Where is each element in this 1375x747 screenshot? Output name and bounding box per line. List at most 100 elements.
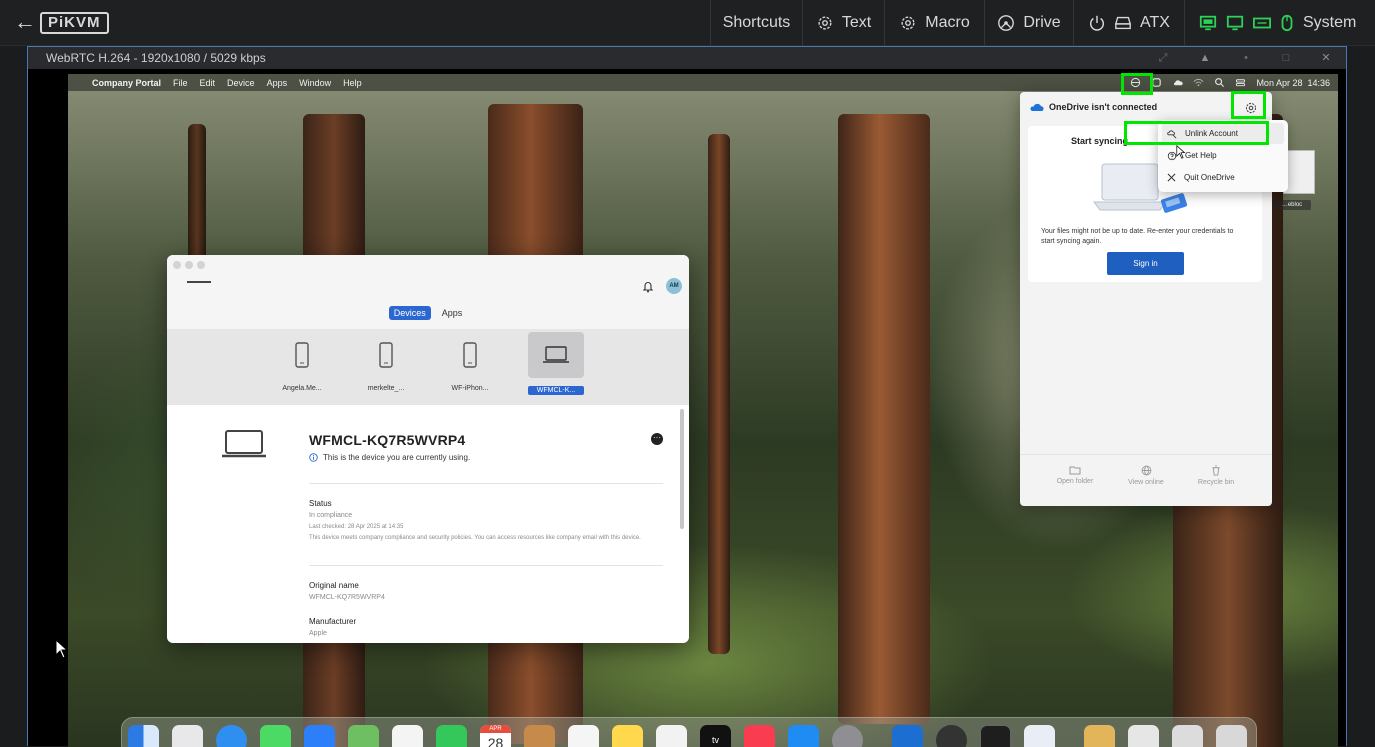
system-settings-dock-icon[interactable] bbox=[832, 725, 863, 747]
status-description: This device meets company compliance and… bbox=[309, 535, 641, 541]
document-dock-icon[interactable] bbox=[1128, 725, 1159, 747]
manufacturer-label: Manufacturer bbox=[309, 617, 357, 626]
reminders-dock-icon[interactable] bbox=[568, 725, 599, 747]
device-tile[interactable]: merkelte_... bbox=[358, 329, 414, 405]
device-tile-selected[interactable]: WFMCL-K... bbox=[528, 329, 584, 405]
freeform-dock-icon[interactable] bbox=[656, 725, 687, 747]
folder-icon bbox=[1069, 466, 1081, 475]
onedrive-menubar-icon[interactable] bbox=[1172, 77, 1184, 88]
back-arrow-icon[interactable]: ← bbox=[14, 10, 36, 34]
open-folder-label: Open folder bbox=[1056, 478, 1094, 485]
device-carousel: Angela.Me... merkelte_... WF-iPhon... WF… bbox=[167, 329, 689, 405]
notes-dock-icon[interactable] bbox=[612, 725, 643, 747]
company-portal-dock-icon[interactable] bbox=[892, 725, 923, 747]
laptop-icon bbox=[222, 430, 266, 458]
safari-dock-icon[interactable] bbox=[216, 725, 247, 747]
app-store-dock-icon[interactable] bbox=[788, 725, 819, 747]
hamburger-menu-icon[interactable] bbox=[187, 281, 211, 283]
highlight-box bbox=[1124, 121, 1269, 145]
migration-dock-icon[interactable] bbox=[936, 725, 967, 747]
maximize-icon[interactable]: □ bbox=[1266, 49, 1306, 67]
divider bbox=[309, 565, 663, 566]
tab-apps[interactable]: Apps bbox=[437, 306, 468, 320]
server-icon bbox=[1114, 16, 1132, 30]
view-online-button[interactable]: View online bbox=[1111, 465, 1181, 486]
menu-edit[interactable]: Edit bbox=[200, 78, 216, 88]
vpn-icon[interactable] bbox=[1151, 77, 1162, 88]
onedrive-title: OneDrive isn't connected bbox=[1049, 102, 1158, 112]
screenshot-icon[interactable]: ▲ bbox=[1185, 49, 1225, 67]
device-tile[interactable]: Angela.Me... bbox=[274, 329, 330, 405]
launchpad-dock-icon[interactable] bbox=[172, 725, 203, 747]
downloads-folder-dock-icon[interactable] bbox=[1084, 725, 1115, 747]
start-syncing-heading: Start syncing bbox=[1071, 136, 1129, 146]
recycle-bin-button[interactable]: Recycle bin bbox=[1181, 465, 1251, 486]
menu-window[interactable]: Window bbox=[299, 78, 331, 88]
mouse-pointer-icon bbox=[1176, 145, 1186, 159]
device-tile[interactable]: WF-iPhon... bbox=[442, 329, 498, 405]
calendar-month: APR bbox=[480, 725, 511, 733]
maps-dock-icon[interactable] bbox=[348, 725, 379, 747]
dot-icon[interactable]: • bbox=[1226, 49, 1266, 67]
menu-help[interactable]: Help bbox=[343, 78, 362, 88]
close-icon[interactable]: ✕ bbox=[1306, 49, 1346, 67]
calendar-dock-icon[interactable]: APR 28 bbox=[480, 725, 511, 747]
menu-apps[interactable]: Apps bbox=[267, 78, 288, 88]
kvm-top-bar: ← PiKVM Shortcuts Text Macro Drive ATX S… bbox=[0, 0, 1375, 46]
drive-menu[interactable]: Drive bbox=[984, 0, 1073, 46]
tab-devices[interactable]: Devices bbox=[388, 306, 431, 320]
text-menu[interactable]: Text bbox=[802, 0, 884, 46]
minimize-window-button[interactable] bbox=[185, 261, 193, 269]
mail-dock-icon[interactable] bbox=[304, 725, 335, 747]
divider bbox=[309, 483, 663, 484]
shortcuts-label: Shortcuts bbox=[722, 14, 791, 31]
bell-icon[interactable] bbox=[642, 280, 654, 293]
system-menu[interactable]: System bbox=[1184, 0, 1375, 46]
messages-dock-icon[interactable] bbox=[260, 725, 291, 747]
atx-menu[interactable]: ATX bbox=[1073, 0, 1184, 46]
cp-header: AM Devices Apps bbox=[167, 255, 689, 329]
document-dock-icon[interactable] bbox=[1172, 725, 1203, 747]
zoom-window-button[interactable] bbox=[197, 261, 205, 269]
manufacturer-value: Apple bbox=[309, 630, 327, 637]
terminal-dock-icon[interactable] bbox=[980, 725, 1011, 747]
shortcuts-menu[interactable]: Shortcuts bbox=[710, 0, 802, 46]
photos-dock-icon[interactable] bbox=[392, 725, 423, 747]
device-name: merkelte_... bbox=[367, 385, 405, 392]
finder-dock-icon[interactable] bbox=[128, 725, 159, 747]
open-folder-button[interactable]: Open folder bbox=[1040, 465, 1110, 485]
drive-label: Drive bbox=[1023, 14, 1061, 31]
close-window-button[interactable] bbox=[173, 261, 181, 269]
apple-tv-dock-icon[interactable]: tv bbox=[700, 725, 731, 747]
original-name-value: WFMCL-KQ7R5WVRP4 bbox=[309, 594, 385, 601]
laptop-icon bbox=[528, 332, 584, 378]
music-dock-icon[interactable] bbox=[744, 725, 775, 747]
desktop-file-label[interactable]: …ebloc bbox=[1273, 200, 1311, 210]
more-options-icon[interactable]: ··· bbox=[651, 433, 663, 445]
macro-menu[interactable]: Macro bbox=[884, 0, 984, 46]
fullscreen-icon[interactable]: ⤢ bbox=[1143, 49, 1183, 67]
sign-in-button[interactable]: Sign in bbox=[1107, 252, 1184, 275]
onedrive-cloud-icon bbox=[1030, 103, 1044, 111]
trash-dock-icon[interactable] bbox=[1216, 725, 1247, 747]
menu-file[interactable]: File bbox=[173, 78, 188, 88]
last-checked: Last checked: 28 Apr 2025 at 14:35 bbox=[309, 524, 404, 530]
remote-desktop[interactable]: Company Portal File Edit Device Apps Win… bbox=[68, 74, 1338, 747]
contacts-dock-icon[interactable] bbox=[524, 725, 555, 747]
current-device-notice: This is the device you are currently usi… bbox=[309, 453, 470, 462]
facetime-dock-icon[interactable] bbox=[436, 725, 467, 747]
menu-app-name[interactable]: Company Portal bbox=[92, 78, 161, 88]
quit-onedrive-menu-item[interactable]: Quit OneDrive bbox=[1162, 167, 1284, 188]
scrollbar[interactable] bbox=[680, 409, 684, 529]
highlight-box bbox=[1231, 91, 1266, 119]
menubar-clock[interactable]: Mon Apr 28 14:36 bbox=[1256, 78, 1330, 88]
search-icon[interactable] bbox=[1214, 77, 1225, 88]
system-label: System bbox=[1303, 14, 1357, 31]
atx-label: ATX bbox=[1140, 14, 1170, 31]
stream-title: WebRTC H.264 - 1920x1080 / 5029 kbps bbox=[46, 51, 266, 65]
menu-device[interactable]: Device bbox=[227, 78, 255, 88]
preview-dock-icon[interactable] bbox=[1024, 725, 1055, 747]
control-center-icon[interactable] bbox=[1235, 77, 1246, 88]
avatar[interactable]: AM bbox=[666, 278, 682, 294]
wifi-icon[interactable] bbox=[1193, 77, 1204, 88]
